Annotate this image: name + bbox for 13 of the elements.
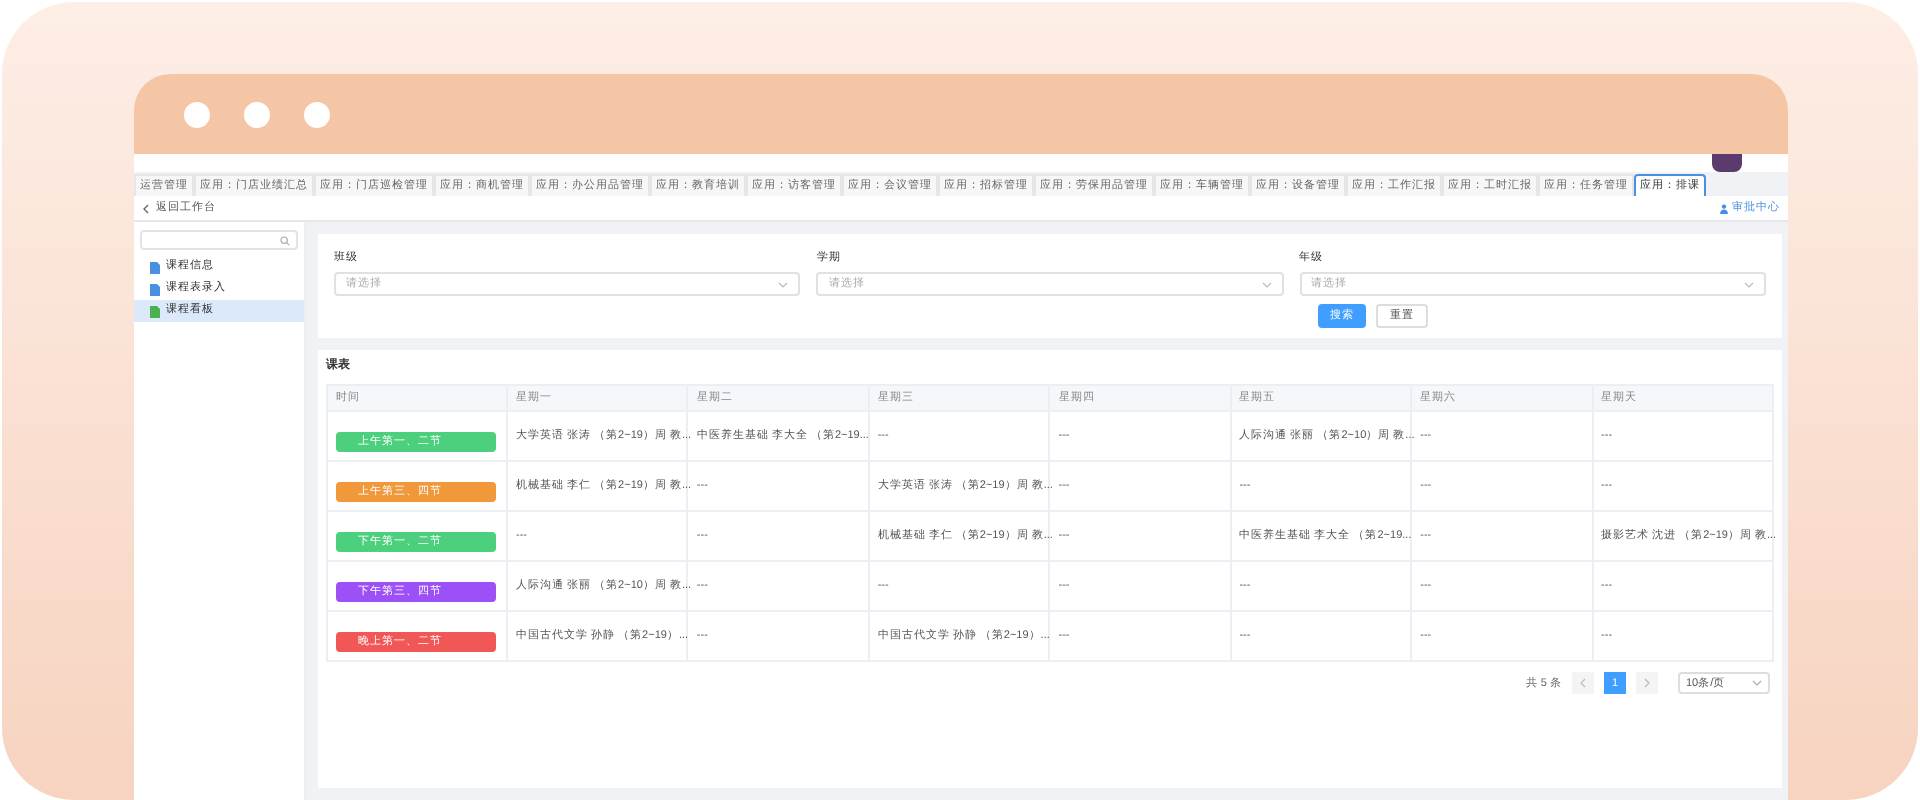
chevron-left-icon bbox=[142, 203, 150, 213]
chevron-down-icon bbox=[1261, 281, 1272, 288]
chevron-down-icon bbox=[1743, 281, 1754, 288]
chevron-left-icon bbox=[1580, 678, 1586, 689]
chevron-right-icon bbox=[1644, 678, 1650, 689]
user-icon bbox=[1720, 203, 1728, 213]
prev-page-button[interactable] bbox=[1572, 672, 1594, 695]
next-page-button[interactable] bbox=[1636, 672, 1658, 695]
avatar-icon[interactable] bbox=[1712, 154, 1742, 172]
chevron-down-icon bbox=[1752, 680, 1762, 687]
search-icon bbox=[280, 235, 290, 245]
chevron-down-icon bbox=[778, 281, 789, 288]
search-field[interactable] bbox=[140, 230, 298, 250]
